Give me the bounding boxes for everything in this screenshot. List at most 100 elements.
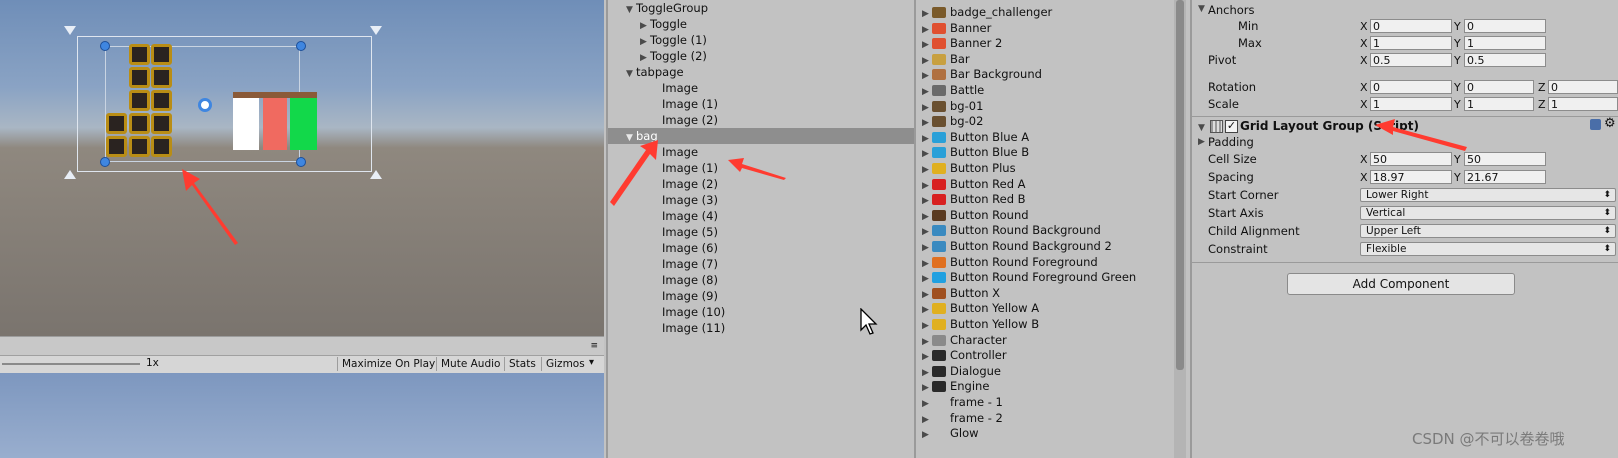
project-asset-item[interactable]: ▶ Button Round Background 2 xyxy=(916,238,1176,254)
hierarchy-item[interactable]: ▶ Toggle (1) xyxy=(608,32,914,48)
anchors-min-y-field[interactable]: 0 xyxy=(1464,19,1546,33)
add-component-button[interactable]: Add Component xyxy=(1287,273,1515,295)
hierarchy-item[interactable]: Image (8) xyxy=(608,272,914,288)
resize-handle-icon[interactable] xyxy=(296,41,306,51)
resize-handle-icon[interactable] xyxy=(100,41,110,51)
hierarchy-item[interactable]: ▼ bag xyxy=(608,128,914,144)
hierarchy-item[interactable]: ▶ Toggle xyxy=(608,16,914,32)
pivot-x-field[interactable]: 0.5 xyxy=(1370,53,1452,67)
hierarchy-item[interactable]: ▼ tabpage xyxy=(608,64,914,80)
rotation-x-field[interactable]: 0 xyxy=(1370,80,1452,94)
hierarchy-item[interactable]: Image (2) xyxy=(608,176,914,192)
project-asset-item[interactable]: ▶ Button Yellow B xyxy=(916,316,1176,332)
hierarchy-item[interactable]: Image (1) xyxy=(608,160,914,176)
rotation-y-field[interactable]: 0 xyxy=(1464,80,1534,94)
project-asset-item[interactable]: ▶ frame - 2 xyxy=(916,410,1176,426)
project-asset-label: Button Plus xyxy=(950,161,1016,175)
panel-menu-icon[interactable]: ≡ xyxy=(590,341,598,351)
project-asset-item[interactable]: ▶ Button X xyxy=(916,285,1176,301)
component-enabled-checkbox[interactable]: ✓ xyxy=(1225,120,1238,133)
project-asset-item[interactable]: ▶ Button Red B xyxy=(916,191,1176,207)
project-asset-item[interactable]: ▶ Button Round Foreground xyxy=(916,254,1176,270)
scale-y-field[interactable]: 1 xyxy=(1464,97,1534,111)
project-asset-item[interactable]: ▶ Button Round xyxy=(916,207,1176,223)
foldout-arrow-icon[interactable]: ▶ xyxy=(922,427,932,443)
anchors-min-x-field[interactable]: 0 xyxy=(1370,19,1452,33)
project-asset-item[interactable]: ▶ Glow xyxy=(916,425,1176,441)
hierarchy-item[interactable]: ▼ ToggleGroup xyxy=(608,0,914,16)
gear-icon[interactable]: ⚙ xyxy=(1604,116,1616,131)
hierarchy-item[interactable]: Image xyxy=(608,80,914,96)
project-asset-item[interactable]: ▶ bg-01 xyxy=(916,98,1176,114)
cell-size-y-field[interactable]: 50 xyxy=(1464,152,1546,166)
project-asset-label: Button Yellow A xyxy=(950,301,1040,316)
project-asset-item[interactable]: ▶ Button Round Foreground Green xyxy=(916,269,1176,285)
resize-handle-icon[interactable] xyxy=(100,157,110,167)
hierarchy-item[interactable]: Image (5) xyxy=(608,224,914,240)
stats-button[interactable]: Stats xyxy=(504,357,540,371)
spacing-x-field[interactable]: 18.97 xyxy=(1370,170,1452,184)
mute-audio-button[interactable]: Mute Audio xyxy=(436,357,504,371)
start-corner-dropdown[interactable]: Lower Right ⬍ xyxy=(1360,188,1616,202)
spacing-y-field[interactable]: 21.67 xyxy=(1464,170,1546,184)
scene-view[interactable] xyxy=(0,0,604,336)
foldout-arrow-icon[interactable]: ▼ xyxy=(1198,123,1205,133)
help-book-icon[interactable] xyxy=(1590,119,1601,130)
foldout-arrow-icon[interactable]: ▼ xyxy=(1198,4,1205,14)
project-asset-item[interactable]: ▶ badge_challenger xyxy=(916,4,1176,20)
chevron-down-icon[interactable]: ▾ xyxy=(589,357,594,368)
project-asset-item[interactable]: ▶ Banner 2 xyxy=(916,35,1176,51)
project-asset-item[interactable]: ▶ Dialogue xyxy=(916,363,1176,379)
anchors-max-x-field[interactable]: 1 xyxy=(1370,36,1452,50)
anchor-handle-icon[interactable] xyxy=(370,26,382,35)
project-asset-item[interactable]: ▶ frame - 1 xyxy=(916,394,1176,410)
hierarchy-item[interactable]: Image (9) xyxy=(608,288,914,304)
gizmos-button[interactable]: Gizmos xyxy=(541,357,589,371)
pivot-y-field[interactable]: 0.5 xyxy=(1464,53,1546,67)
resize-handle-icon[interactable] xyxy=(296,157,306,167)
project-asset-item[interactable]: ▶ Character xyxy=(916,332,1176,348)
pivot-icon[interactable] xyxy=(198,98,212,112)
anchor-handle-icon[interactable] xyxy=(370,170,382,179)
hierarchy-item[interactable]: ▶ Toggle (2) xyxy=(608,48,914,64)
hierarchy-item[interactable]: Image (1) xyxy=(608,96,914,112)
project-asset-item[interactable]: ▶ Banner xyxy=(916,20,1176,36)
project-scrollbar-thumb[interactable] xyxy=(1176,0,1184,370)
scale-slider[interactable] xyxy=(2,363,140,365)
game-view[interactable] xyxy=(0,373,604,458)
project-asset-item[interactable]: ▶ Bar xyxy=(916,51,1176,67)
foldout-arrow-icon[interactable]: ▶ xyxy=(1198,137,1205,147)
scale-z-field[interactable]: 1 xyxy=(1548,97,1618,111)
anchors-min-label: Min xyxy=(1238,19,1259,33)
project-asset-item[interactable]: ▶ Battle xyxy=(916,82,1176,98)
project-asset-item[interactable]: ▶ Bar Background xyxy=(916,66,1176,82)
anchors-max-y-field[interactable]: 1 xyxy=(1464,36,1546,50)
hierarchy-item[interactable]: Image (6) xyxy=(608,240,914,256)
hierarchy-item[interactable]: Image xyxy=(608,144,914,160)
project-asset-item[interactable]: ▶ Button Red A xyxy=(916,176,1176,192)
child-alignment-dropdown[interactable]: Upper Left ⬍ xyxy=(1360,224,1616,238)
cell-size-x-field[interactable]: 50 xyxy=(1370,152,1452,166)
anchor-handle-icon[interactable] xyxy=(64,170,76,179)
project-asset-item[interactable]: ▶ Controller xyxy=(916,347,1176,363)
rotation-z-field[interactable]: 0 xyxy=(1548,80,1618,94)
hierarchy-item[interactable]: Image (4) xyxy=(608,208,914,224)
project-asset-item[interactable]: ▶ Button Round Background xyxy=(916,222,1176,238)
dropdown-arrows-icon: ⬍ xyxy=(1603,190,1611,200)
padding-label[interactable]: Padding xyxy=(1208,135,1254,149)
bag-slot xyxy=(129,113,150,134)
project-asset-item[interactable]: ▶ Button Blue B xyxy=(916,144,1176,160)
hierarchy-item[interactable]: Image (7) xyxy=(608,256,914,272)
project-asset-item[interactable]: ▶ Button Plus xyxy=(916,160,1176,176)
start-axis-dropdown[interactable]: Vertical ⬍ xyxy=(1360,206,1616,220)
hierarchy-item[interactable]: Image (2) xyxy=(608,112,914,128)
project-asset-item[interactable]: ▶ Engine xyxy=(916,378,1176,394)
project-asset-item[interactable]: ▶ Button Blue A xyxy=(916,129,1176,145)
hierarchy-item[interactable]: Image (3) xyxy=(608,192,914,208)
project-asset-item[interactable]: ▶ bg-02 xyxy=(916,113,1176,129)
constraint-dropdown[interactable]: Flexible ⬍ xyxy=(1360,242,1616,256)
scale-x-field[interactable]: 1 xyxy=(1370,97,1452,111)
maximize-on-play-button[interactable]: Maximize On Play xyxy=(337,357,439,371)
anchor-handle-icon[interactable] xyxy=(64,26,76,35)
project-asset-item[interactable]: ▶ Button Yellow A xyxy=(916,300,1176,316)
